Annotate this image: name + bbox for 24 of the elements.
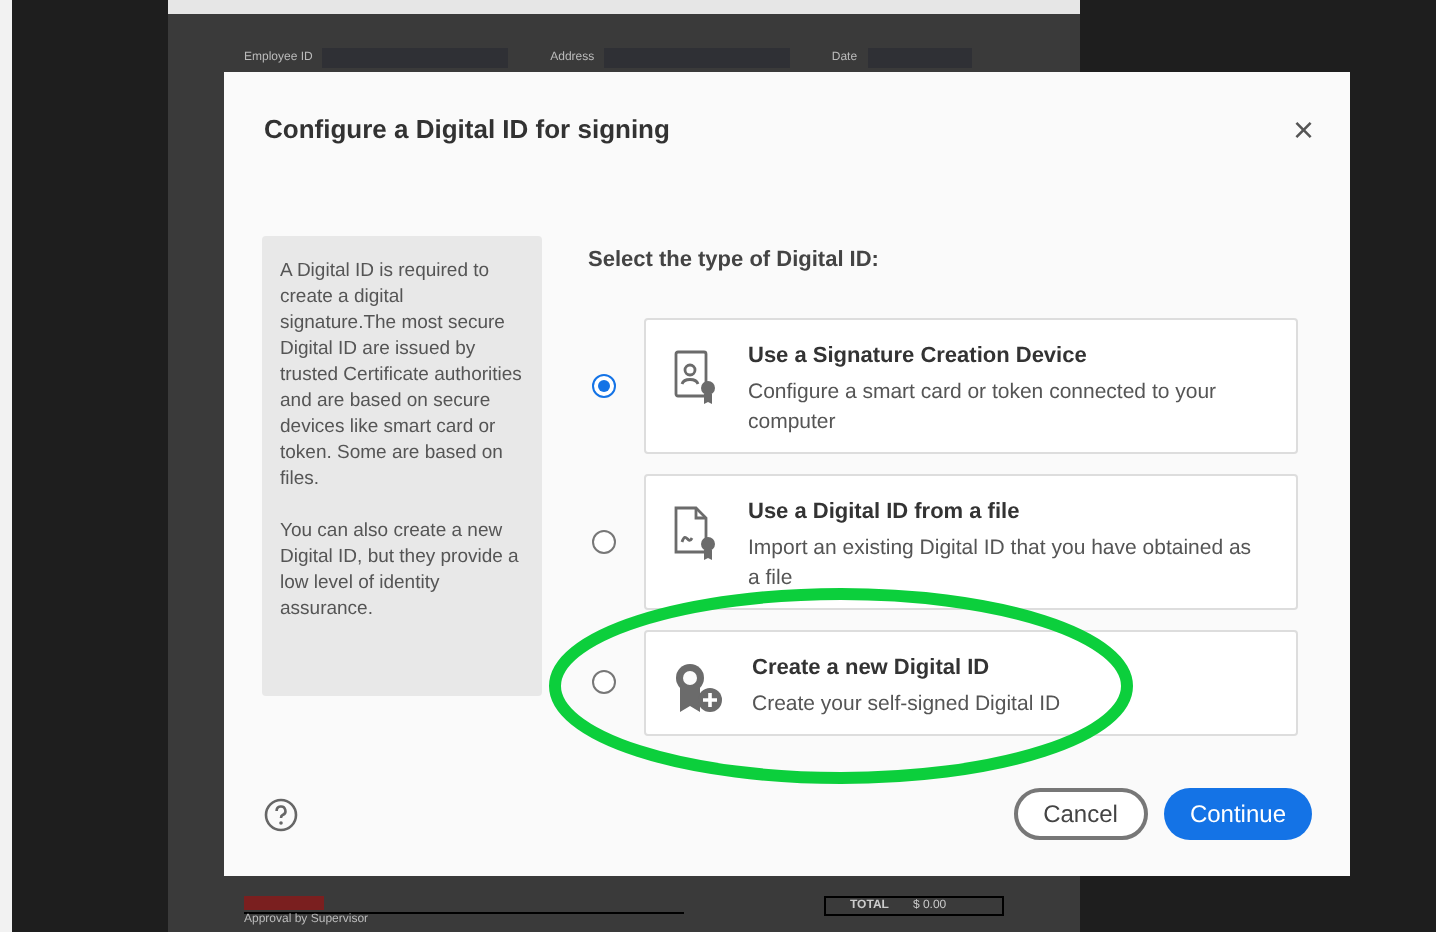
badge-plus-icon — [672, 659, 724, 715]
cancel-button[interactable]: Cancel — [1013, 788, 1148, 840]
option-card[interactable]: Use a Digital ID from a file Import an existing Digital ID that you have obtained as a file — [644, 473, 1298, 609]
dialog-title: Configure a Digital ID for signing — [264, 112, 670, 149]
continue-button[interactable]: Continue — [1163, 788, 1312, 840]
option-card[interactable]: Use a Signature Creation Device Configure a smart card or token connected to your computer — [644, 317, 1298, 453]
option-title: Use a Digital ID from a file — [748, 497, 1022, 527]
prompt-label: Select the type of Digital ID: — [588, 246, 881, 276]
radio-button[interactable] — [592, 529, 616, 553]
option-description: Import an existing Digital ID that you have obtained as a file — [748, 534, 1254, 594]
help-icon[interactable] — [264, 797, 298, 831]
option-description: Configure a smart card or token connected to your computer — [748, 378, 1219, 438]
document-seal-icon — [672, 503, 720, 563]
info-text: You can also create a new Digital ID, but they provide a low level of identity assurance. — [280, 518, 521, 622]
option-card[interactable]: Create a new Digital ID Create your self-signed Digital ID — [644, 629, 1298, 735]
radio-button[interactable] — [592, 373, 616, 397]
info-text: A Digital ID is required to create a digital signature.The most secure Digital ID are issued by trusted Certificate authorities and are based on secure devices like smart card or token. Some are based on files. — [280, 258, 524, 492]
option-title: Use a Signature Creation Device — [748, 341, 1089, 371]
sign-here-tag — [244, 896, 324, 910]
close-button[interactable]: × — [1292, 103, 1314, 157]
id-card-icon — [672, 347, 720, 407]
option-title: Create a new Digital ID — [752, 653, 992, 683]
option-description: Create your self-signed Digital ID — [752, 690, 1061, 720]
radio-button[interactable] — [592, 670, 616, 694]
